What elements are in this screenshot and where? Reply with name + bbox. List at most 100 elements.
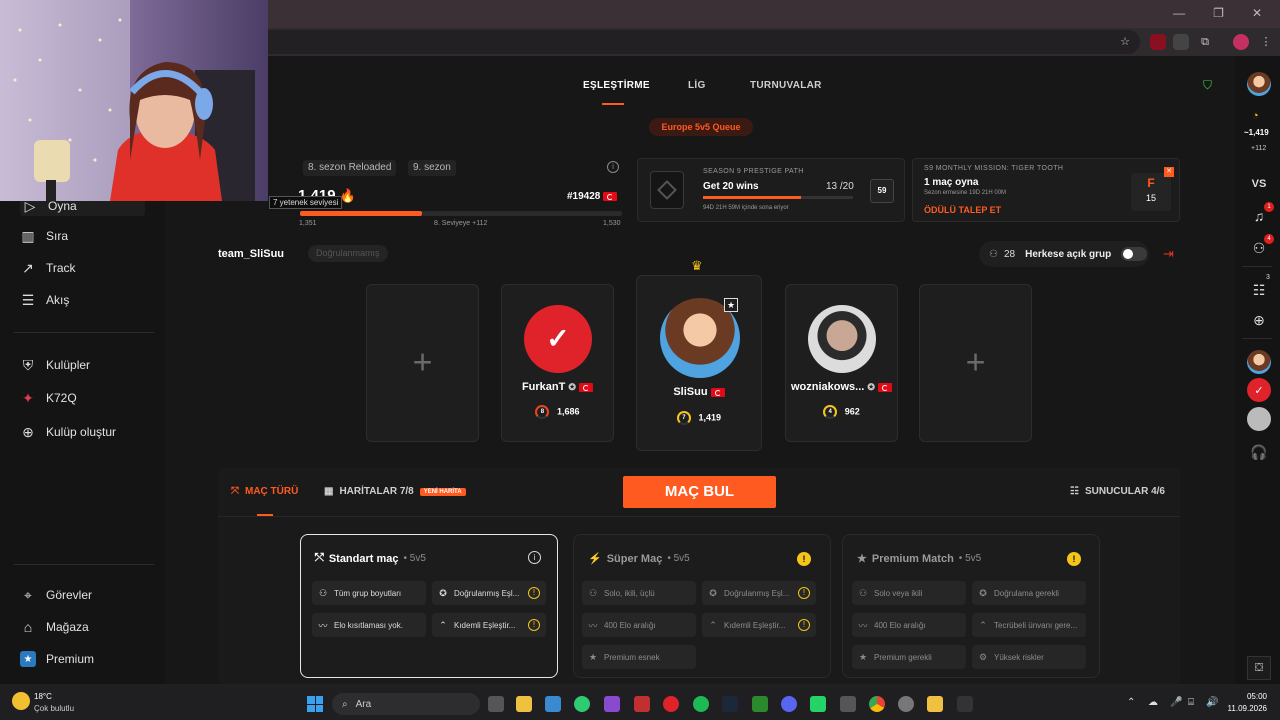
profile-avatar[interactable] <box>1233 34 1249 50</box>
claim-reward-button[interactable]: ÖDÜLÜ TALEP ET <box>924 205 1001 215</box>
empty-slot[interactable]: + <box>919 284 1032 442</box>
network-icon[interactable]: ⌸ <box>1188 697 1194 708</box>
clock-time[interactable]: 05:00 <box>1229 692 1267 701</box>
bookmark-star-icon[interactable]: ☆ <box>1117 34 1133 50</box>
maximize-icon[interactable]: ❐ <box>1213 6 1224 20</box>
monthly-mission-card[interactable]: S9 MONTHLY MISSION: TIGER TOOTH 1 maç oy… <box>912 158 1180 222</box>
friend-avatar[interactable] <box>1247 407 1271 431</box>
friend-avatar[interactable] <box>1247 350 1271 374</box>
app-icon[interactable] <box>957 696 973 712</box>
app-icon[interactable] <box>634 696 650 712</box>
sidebar-item-create-club[interactable]: ⊕ Kulüp oluştur <box>20 422 116 442</box>
microphone-icon[interactable]: 🎤 <box>1170 697 1182 708</box>
weather-desc[interactable]: Çok bulutlu <box>34 704 74 713</box>
tab-match-type[interactable]: ⤧ MAÇ TÜRÜ <box>231 486 298 497</box>
friend-avatar[interactable]: ✓ <box>1247 378 1271 402</box>
chrome-icon[interactable] <box>869 696 885 712</box>
empty-slot[interactable]: + <box>366 284 479 442</box>
find-match-button[interactable]: MAÇ BUL <box>623 476 776 508</box>
store-icon[interactable] <box>545 696 561 712</box>
info-icon[interactable]: i <box>528 551 541 564</box>
extension-icon[interactable] <box>1150 34 1166 50</box>
tab-servers[interactable]: ☷ SUNUCULAR 4/6 <box>1070 486 1165 497</box>
sidebar-item-track[interactable]: ↗ Track <box>20 258 75 278</box>
mode-card-standard[interactable]: ⤲ Standart maç • 5v5 i ⚇ Tüm grup boyutla… <box>300 534 558 678</box>
sidebar-item-label: Sıra <box>46 229 69 243</box>
sidebar-item-premium[interactable]: ★ Premium <box>20 649 94 669</box>
player-card[interactable]: ✓ FurkanT ✪ 8 1,686 <box>501 284 614 442</box>
warning-icon[interactable]: ! <box>798 587 810 599</box>
warning-icon[interactable]: ! <box>528 587 540 599</box>
warning-icon[interactable]: ! <box>797 552 811 566</box>
xbox-icon[interactable] <box>752 696 768 712</box>
volume-icon[interactable]: 🔊 <box>1206 697 1218 708</box>
sidebar-item-ranking[interactable]: ▥ Sıra <box>20 226 68 246</box>
sidebar-item-clubs[interactable]: ⛨ Kulüpler <box>20 355 90 375</box>
reward-close-icon[interactable]: ✕ <box>1164 167 1174 177</box>
season-chip-current[interactable]: 9. sezon <box>408 160 456 176</box>
info-icon[interactable]: i <box>607 161 619 173</box>
tab-maps[interactable]: ▦ HARİTALAR 7/8 YENİ HARİTA <box>324 486 466 497</box>
extension-icon[interactable] <box>1173 34 1189 50</box>
warning-icon[interactable]: ! <box>1067 552 1081 566</box>
spotify-icon[interactable] <box>693 696 709 712</box>
tray-overflow-icon[interactable]: ⌃ <box>1127 697 1135 708</box>
team-name[interactable]: team_SliSuu <box>218 248 284 260</box>
chip-label: Doğrulama gerekli <box>994 588 1059 598</box>
warning-icon[interactable]: ! <box>798 619 810 631</box>
versus-button[interactable]: VS <box>1247 172 1271 196</box>
sidebar-item-club-k72q[interactable]: ✦ K72Q <box>20 388 77 408</box>
tab-matchmaking[interactable]: EŞLEŞTİRME <box>583 80 650 91</box>
task-view-icon[interactable] <box>488 696 504 712</box>
player-card-self[interactable]: ★ SliSuu 7 1,419 <box>636 275 762 451</box>
player-name: SliSuu <box>637 386 761 398</box>
webcam-feed <box>0 0 268 201</box>
warning-icon[interactable]: ! <box>528 619 540 631</box>
match-type-icon: ⤧ <box>231 486 239 497</box>
windows-start-icon[interactable] <box>307 696 323 712</box>
steam-icon[interactable] <box>722 696 738 712</box>
tab-tournaments[interactable]: TURNUVALAR <box>750 80 822 91</box>
tab-league[interactable]: LİG <box>688 80 706 91</box>
party-list-icon[interactable]: ☷ <box>1247 278 1271 302</box>
queue-badge[interactable]: Europe 5v5 Queue <box>649 118 753 136</box>
close-icon[interactable]: ✕ <box>1252 6 1262 20</box>
sidebar-item-missions[interactable]: ⌖ Görevler <box>20 585 92 605</box>
address-bar[interactable] <box>150 30 1140 54</box>
app-icon[interactable] <box>840 696 856 712</box>
sidebar-item-shop[interactable]: ⌂ Mağaza <box>20 617 89 637</box>
user-avatar[interactable] <box>1247 72 1271 96</box>
whatsapp-icon[interactable] <box>810 696 826 712</box>
sidebar-item-feed[interactable]: ☰ Akış <box>20 290 70 310</box>
extensions-puzzle-icon[interactable]: ⧉ <box>1197 34 1213 50</box>
more-menu-icon[interactable]: ⋮ <box>1258 34 1274 50</box>
prestige-path-card[interactable]: SEASON 9 PRESTIGE PATH Get 20 wins 13 /2… <box>637 158 905 222</box>
app-icon[interactable] <box>898 696 914 712</box>
minimize-icon[interactable]: — <box>1173 6 1185 20</box>
headset-icon[interactable]: 🎧 <box>1247 440 1271 464</box>
clock-date[interactable]: 11.09.2026 <box>1222 704 1267 713</box>
mode-card-super[interactable]: ⚡ Süper Maç • 5v5 ! ⚇ Solo, ikili, üçlü ✪… <box>573 534 831 678</box>
app-logo-icon[interactable]: ⛋ <box>1247 656 1271 680</box>
app-icon[interactable] <box>574 696 590 712</box>
app-icon[interactable] <box>927 696 943 712</box>
add-friend-icon[interactable]: ⊕ <box>1247 308 1271 332</box>
season-chip-reloaded[interactable]: 8. sezon Reloaded <box>303 160 397 176</box>
taskbar-search[interactable]: ⌕ Ara <box>332 693 480 715</box>
app-icon[interactable] <box>604 696 620 712</box>
weather-temp[interactable]: 18°C <box>34 692 52 701</box>
search-icon: ⌕ <box>342 698 348 710</box>
discord-icon[interactable] <box>781 696 797 712</box>
cloud-icon[interactable]: ☁ <box>1148 697 1158 708</box>
public-group-toggle[interactable]: ⚇ 28 Herkese açık grup <box>979 241 1149 267</box>
weather-icon[interactable] <box>12 692 30 710</box>
chip-label: 400 Elo aralığı <box>604 620 656 630</box>
new-map-badge: YENİ HARİTA <box>419 487 466 496</box>
mode-card-premium[interactable]: ★ Premium Match • 5v5 ! ⚇ Solo veya ikili… <box>842 534 1100 678</box>
file-explorer-icon[interactable] <box>516 696 532 712</box>
player-card[interactable]: wozniakows... ✪ 4 962 <box>785 284 898 442</box>
leave-party-icon[interactable]: ⇥ <box>1163 246 1174 262</box>
faceit-icon[interactable] <box>663 696 679 712</box>
toggle-switch[interactable] <box>1121 247 1148 261</box>
prestige-title: Get 20 wins <box>703 181 759 192</box>
